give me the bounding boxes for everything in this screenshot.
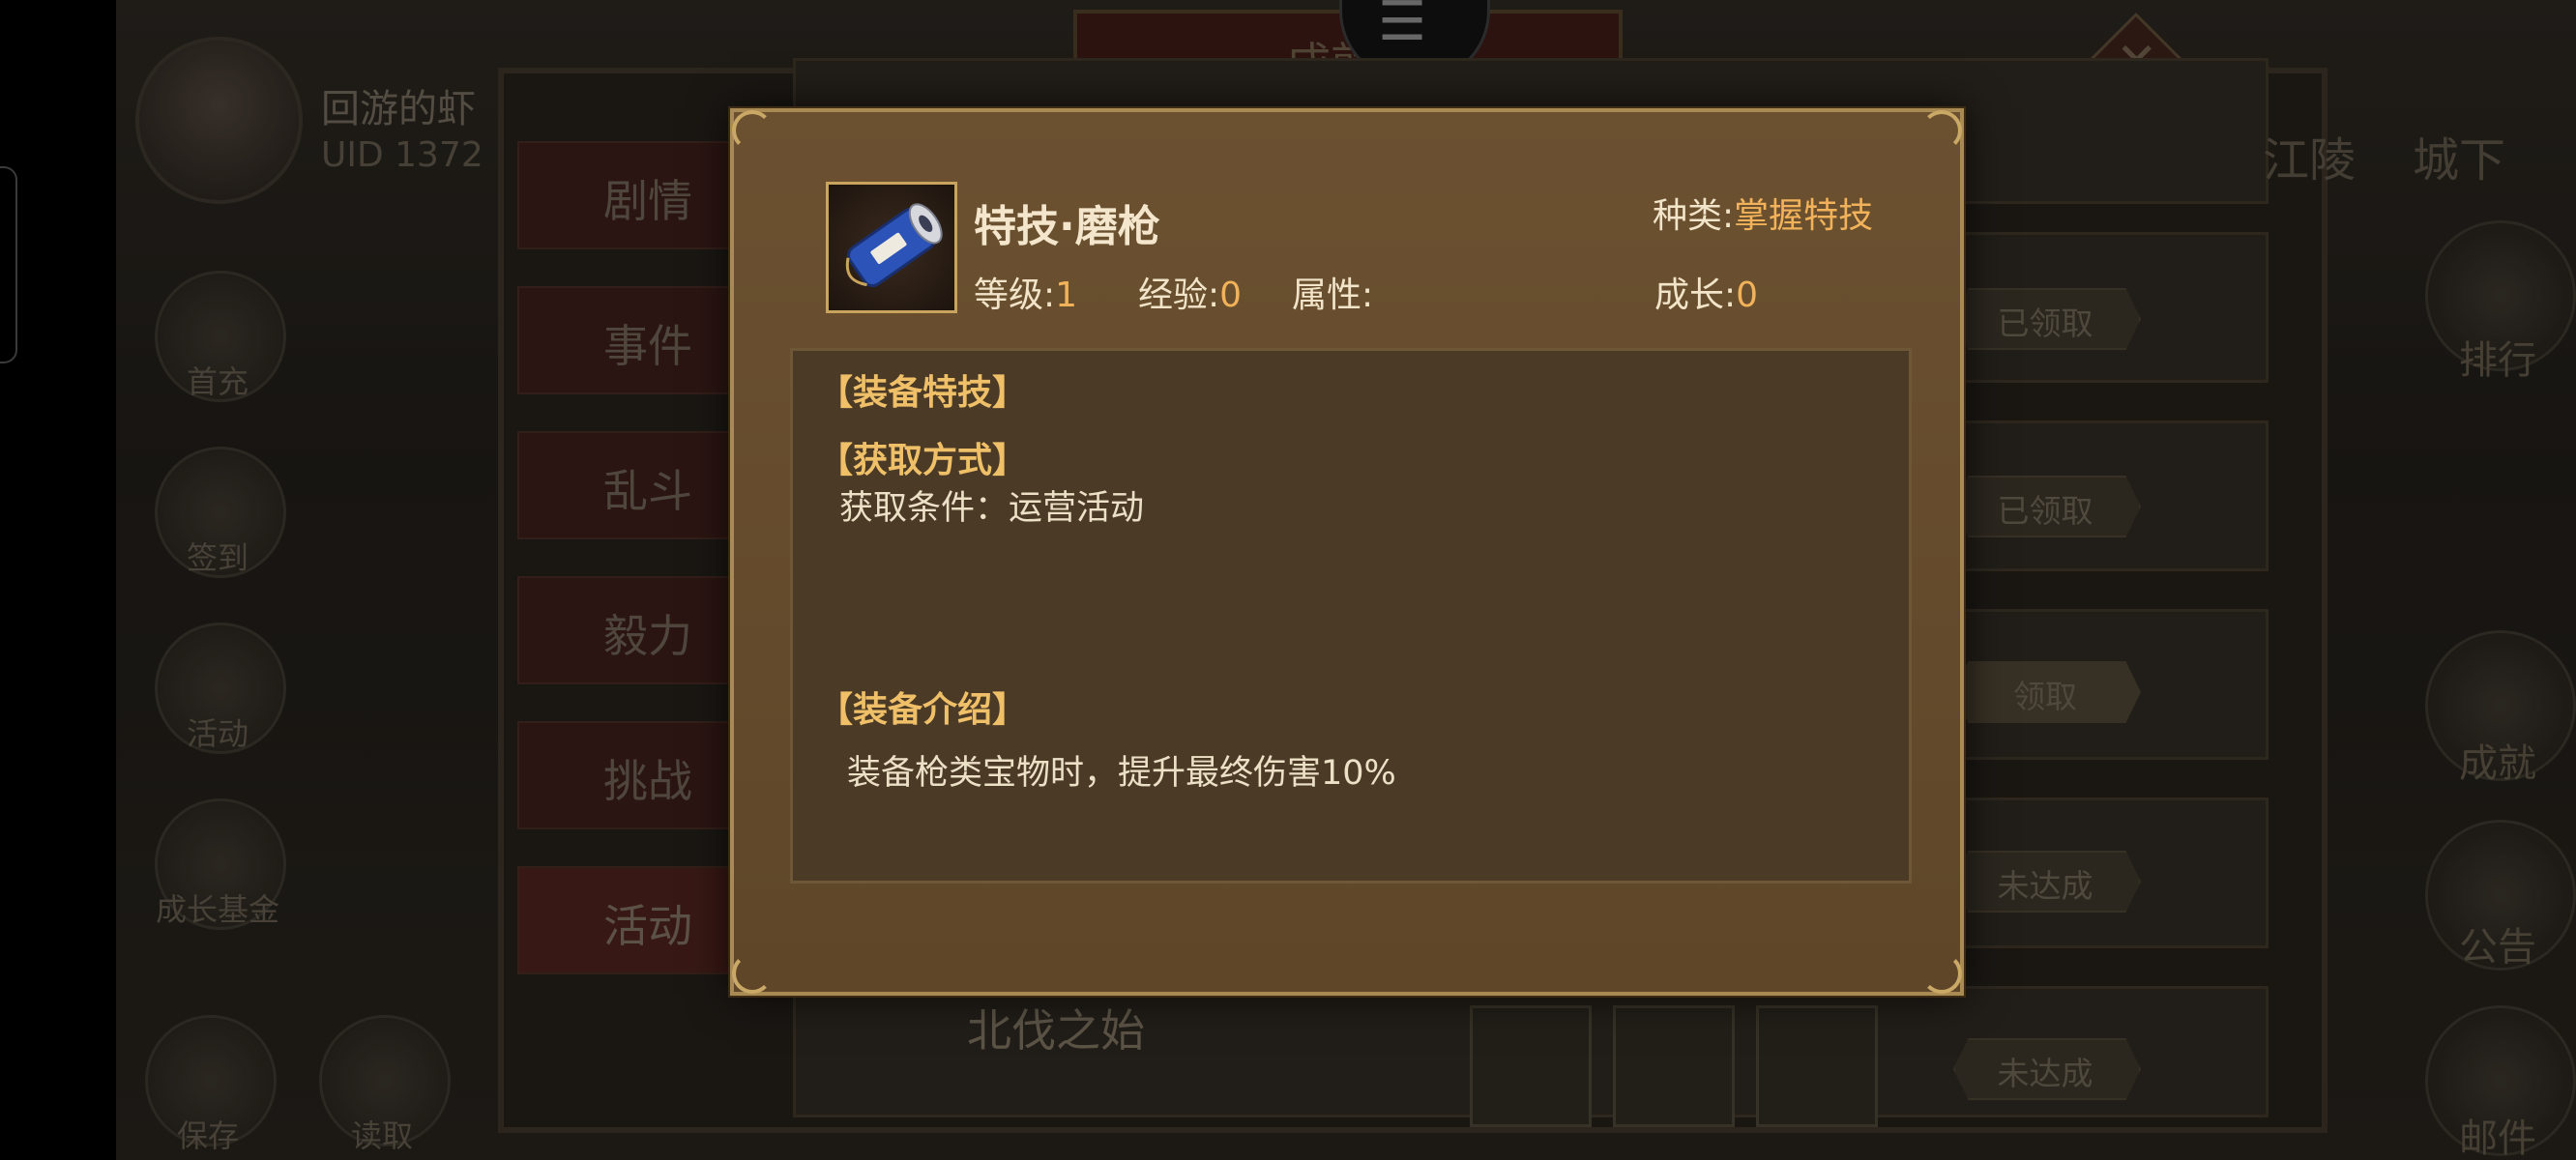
type-row: 种类:掌握特技 xyxy=(1653,188,1873,238)
level-label: 等级: xyxy=(974,276,1056,315)
description-panel: 【装备特技】 【获取方式】 获取条件：运营活动 【装备介绍】 装备枪类宝物时，提… xyxy=(790,348,1912,884)
equip-skill-heading: 【装备特技】 xyxy=(818,373,1028,413)
obtain-method-heading: 【获取方式】 xyxy=(818,441,1028,480)
corner-ornament xyxy=(1921,110,1962,151)
level-value: 1 xyxy=(1055,276,1078,315)
screen: 回游的虾 UID 1372 首充 签到 活动 成长基金 保存 读取 成就 ☰ ✕… xyxy=(0,0,2576,1160)
skill-detail-popup: 特技·磨枪 种类:掌握特技 等级:1 经验:0 属性: 成长:0 【装备特技】 … xyxy=(730,108,1964,996)
growth-stat: 成长:0 xyxy=(1654,267,1758,317)
exp-label: 经验: xyxy=(1138,276,1220,315)
attribute-stat: 属性: xyxy=(1292,267,1373,317)
corner-ornament xyxy=(732,953,773,994)
corner-ornament xyxy=(1921,953,1962,994)
equip-intro-text: 装备枪类宝物时，提升最终伤害10% xyxy=(847,754,1396,793)
obtain-condition-text: 获取条件：运营活动 xyxy=(839,489,1145,528)
type-value: 掌握特技 xyxy=(1734,196,1874,236)
scroll-graphic xyxy=(845,203,943,288)
corner-ornament xyxy=(732,110,773,151)
growth-label: 成长: xyxy=(1654,276,1737,315)
exp-value: 0 xyxy=(1219,276,1243,315)
system-edge-handle[interactable] xyxy=(0,166,17,363)
system-left-bar xyxy=(0,0,116,1160)
equip-intro-heading: 【装备介绍】 xyxy=(818,690,1028,730)
level-stat: 等级:1 xyxy=(974,267,1077,317)
item-name: 特技·磨枪 xyxy=(974,202,1160,251)
attribute-label: 属性: xyxy=(1292,276,1374,315)
growth-value: 0 xyxy=(1736,276,1759,315)
type-label: 种类: xyxy=(1653,196,1735,236)
exp-stat: 经验:0 xyxy=(1138,267,1242,317)
spear-scroll-icon xyxy=(826,182,957,313)
